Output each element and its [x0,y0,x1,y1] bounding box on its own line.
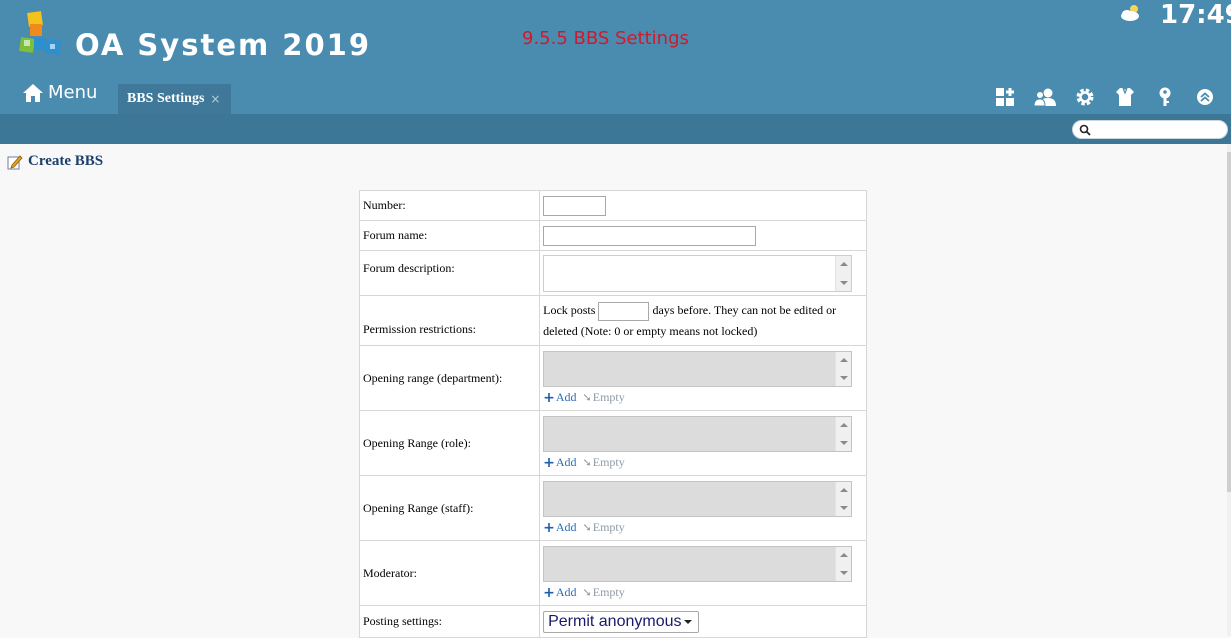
moderator-textarea[interactable] [543,545,853,582]
staff-label: Opening Range (staff): [358,475,541,541]
edit-icon [7,154,23,169]
users-icon [1033,88,1056,107]
empty-staff-link[interactable]: ➘ Empty [583,520,625,535]
key-icon [1159,87,1171,106]
skin-button[interactable] [1105,86,1145,108]
textarea-scrollbar[interactable] [835,255,852,291]
collapse-header-button[interactable] [1185,86,1225,108]
empty-role-link[interactable]: ➘ Empty [583,455,625,470]
page-scrollbar[interactable] [1227,144,1231,636]
menu-button[interactable]: Menu [22,82,97,103]
tab-close-icon[interactable]: × [210,92,220,106]
gear-icon [1076,88,1094,106]
settings-button[interactable] [1065,86,1105,108]
chevron-down-icon [684,619,693,624]
users-button[interactable] [1025,86,1065,108]
search-icon [1079,124,1091,136]
page-annotation: 9.5.5 BBS Settings [522,28,689,49]
row-forum-description: Forum description: [358,250,867,296]
row-staff: Opening Range (staff): + Add ➘ Empty [358,475,867,541]
scrollbar-thumb[interactable] [1227,152,1231,492]
forum-description-label: Forum description: [358,250,541,296]
add-moderator-link[interactable]: + Add [543,585,576,601]
section-title-text: Create BBS [28,153,104,169]
forum-description-textarea[interactable] [543,254,853,292]
weather-cloudy-icon [1121,5,1139,21]
add-widget-button[interactable] [985,86,1025,108]
number-label: Number: [358,190,541,221]
posting-select-value: Permit anonymous [548,612,682,630]
add-department-link[interactable]: + Add [543,390,576,406]
app-logo-icon [19,11,61,55]
clock: 17:49 [1160,0,1231,30]
role-label: Opening Range (role): [358,410,541,476]
number-input[interactable] [543,195,607,216]
search-input[interactable] [1095,122,1223,137]
textarea-scrollbar[interactable] [835,351,852,386]
row-department: Opening range (department): + Add ➘ Empty [358,345,867,411]
shirt-icon [1116,87,1134,106]
row-role: Opening Range (role): + Add ➘ Empty [358,410,867,476]
grid-plus-icon [996,88,1014,106]
row-number: Number: [358,190,867,221]
add-staff-link[interactable]: + Add [543,520,576,536]
textarea-scrollbar[interactable] [835,416,852,451]
textarea-scrollbar[interactable] [835,546,852,581]
app-title: OA System 2019 [75,28,372,62]
sub-toolbar [0,114,1231,144]
empty-moderator-link[interactable]: ➘ Empty [583,585,625,600]
search-box[interactable] [1072,120,1228,139]
section-title: Create BBS [7,153,103,170]
posting-select[interactable]: Permit anonymous [543,610,700,633]
header-bar: OA System 2019 9.5.5 BBS Settings 17:49 … [0,0,1231,114]
department-label: Opening range (department): [358,345,541,411]
row-moderator: Moderator: + Add ➘ Empty [358,540,867,606]
row-forum-name: Forum name: [358,220,867,251]
tab-label: BBS Settings [127,91,205,106]
toolbar [985,86,1225,108]
permission-label: Permission restrictions: [358,295,541,346]
add-role-link[interactable]: + Add [543,455,576,471]
department-textarea[interactable] [543,350,853,387]
password-button[interactable] [1145,86,1185,108]
tab-bbs-settings[interactable]: BBS Settings × [118,84,231,114]
posting-label: Posting settings: [358,605,541,638]
lock-days-input[interactable] [598,301,650,321]
role-textarea[interactable] [543,415,853,452]
row-permission: Permission restrictions: Lock posts days… [358,295,867,346]
menu-label: Menu [48,82,98,103]
moderator-label: Moderator: [358,540,541,606]
forum-name-label: Forum name: [358,220,541,251]
chevron-up-circle-icon [1197,89,1213,105]
home-icon [23,83,43,102]
forum-name-input[interactable] [543,225,757,246]
create-bbs-form: Number: Forum name: Forum description: P… [358,190,867,638]
textarea-scrollbar[interactable] [835,481,852,516]
empty-department-link[interactable]: ➘ Empty [583,390,625,405]
staff-textarea[interactable] [543,480,853,517]
row-posting: Posting settings: Permit anonymous [358,605,867,638]
permission-text-pre: Lock posts [543,303,596,318]
